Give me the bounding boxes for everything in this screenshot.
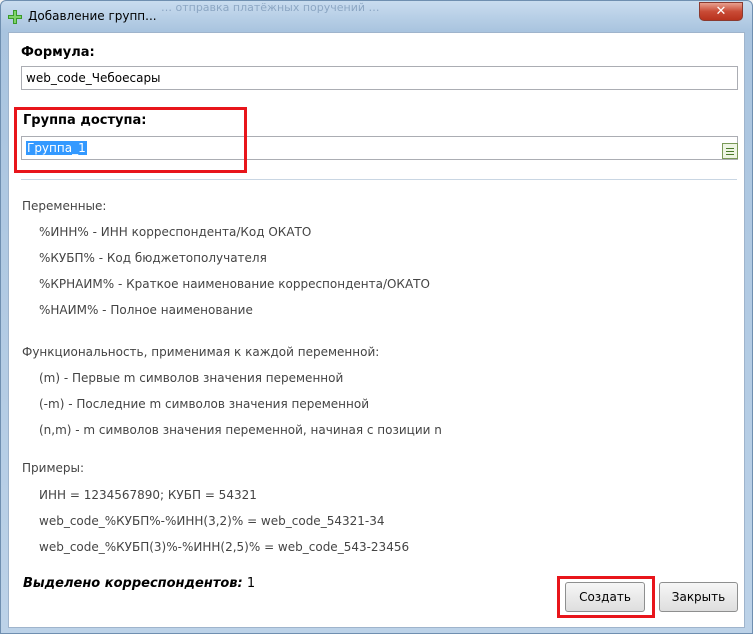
example-item: web_code_%КУБП%-%ИНН(3,2)% = web_code_54… xyxy=(39,514,385,528)
variable-item: %ИНН% - ИНН корреспондента/Код ОКАТО xyxy=(39,225,312,239)
example-item: ИНН = 1234567890; КУБП = 54321 xyxy=(39,488,257,502)
formula-label: Формула: xyxy=(21,45,95,60)
window-title: Добавление групп... xyxy=(28,9,157,23)
formula-input[interactable]: web_code_Чебоесары xyxy=(21,66,738,90)
separator xyxy=(21,179,737,180)
function-item: (m) - Первые m символов значения перемен… xyxy=(39,371,344,385)
variable-item: %НАИМ% - Полное наименование xyxy=(39,303,253,317)
title-bar[interactable]: … отправка платёжных поручений … Добавле… xyxy=(1,1,752,32)
example-item: web_code_%КУБП(3)%-%ИНН(2,5)% = web_code… xyxy=(39,540,410,554)
selected-label-text: Выделено корреспондентов: xyxy=(23,576,243,591)
variables-header: Переменные: xyxy=(22,199,107,213)
list-picker-icon[interactable] xyxy=(722,143,738,159)
close-window-button[interactable]: ✕ xyxy=(699,2,743,21)
dialog-content: Формула: web_code_Чебоесары Группа досту… xyxy=(8,32,745,628)
examples-header: Примеры: xyxy=(22,461,85,475)
background-window-text: … отправка платёжных поручений … xyxy=(161,1,380,14)
highlight-access-group xyxy=(14,107,247,173)
green-plus-icon xyxy=(8,10,22,24)
highlight-create-button xyxy=(557,576,655,618)
selected-count-value: 1 xyxy=(246,576,256,591)
functions-header: Функциональность, применимая к каждой пе… xyxy=(22,345,380,359)
close-icon: ✕ xyxy=(715,4,727,19)
function-item: (n,m) - m символов значения переменной, … xyxy=(39,423,442,437)
close-button[interactable]: Закрыть xyxy=(659,582,738,612)
dialog-window: … отправка платёжных поручений … Добавле… xyxy=(0,0,753,634)
variable-item: %КРНАИМ% - Краткое наименование корреспо… xyxy=(39,277,430,291)
function-item: (-m) - Последние m символов значения пер… xyxy=(39,397,369,411)
variable-item: %КУБП% - Код бюджетополучателя xyxy=(39,251,267,265)
selected-count-label: Выделено корреспондентов: 1 xyxy=(23,576,255,591)
